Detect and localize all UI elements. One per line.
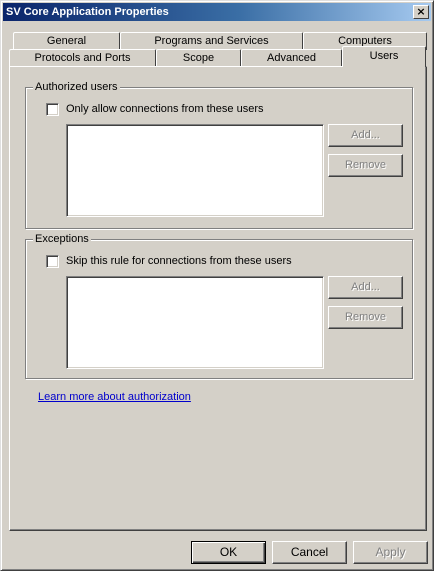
cancel-button[interactable]: Cancel [272, 541, 347, 564]
skip-rule-label: Skip this rule for connections from thes… [66, 255, 292, 267]
skip-rule-checkbox[interactable] [46, 255, 59, 268]
users-tab-panel: Authorized users Only allow connections … [9, 66, 427, 531]
authorized-add-button[interactable]: Add... [328, 124, 403, 147]
exceptions-title: Exceptions [33, 232, 91, 246]
only-allow-connections-label: Only allow connections from these users [66, 103, 264, 115]
tab-protocols-and-ports[interactable]: Protocols and Ports [9, 49, 156, 67]
close-icon: × [416, 5, 426, 18]
only-allow-connections-checkbox[interactable] [46, 103, 59, 116]
close-button[interactable]: × [413, 5, 429, 19]
tab-programs-and-services[interactable]: Programs and Services [120, 32, 303, 50]
learn-more-link[interactable]: Learn more about authorization [38, 391, 191, 403]
exceptions-remove-button[interactable]: Remove [328, 306, 403, 329]
tab-scope[interactable]: Scope [156, 49, 241, 67]
authorized-users-title: Authorized users [33, 80, 120, 94]
exceptions-group: Exceptions Skip this rule for connection… [25, 232, 413, 379]
window-title: SV Core Application Properties [6, 6, 169, 18]
ok-button[interactable]: OK [191, 541, 266, 564]
apply-button[interactable]: Apply [353, 541, 428, 564]
authorized-users-group: Authorized users Only allow connections … [25, 80, 413, 229]
tab-users[interactable]: Users [342, 46, 426, 67]
title-bar[interactable]: SV Core Application Properties × [3, 3, 431, 21]
exceptions-list[interactable] [66, 276, 324, 369]
properties-dialog: SV Core Application Properties × General… [0, 0, 434, 571]
authorized-remove-button[interactable]: Remove [328, 154, 403, 177]
exceptions-add-button[interactable]: Add... [328, 276, 403, 299]
tab-advanced[interactable]: Advanced [241, 49, 342, 67]
authorized-users-list[interactable] [66, 124, 324, 217]
tab-general[interactable]: General [13, 32, 120, 50]
